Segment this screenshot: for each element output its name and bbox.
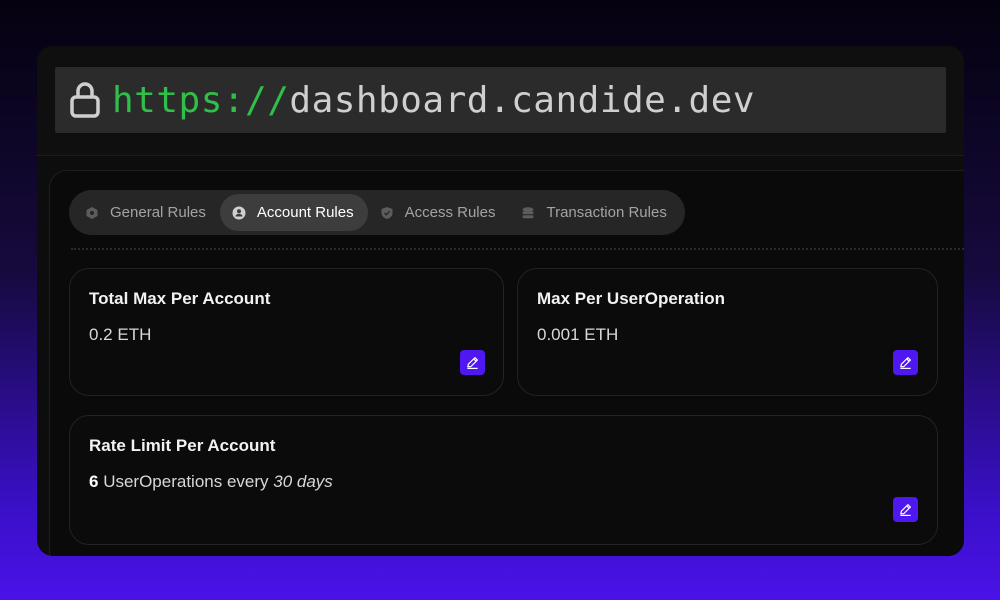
card-value: 6 UserOperations every 30 days — [89, 472, 333, 492]
pencil-icon — [467, 357, 478, 370]
card-title: Total Max Per Account — [89, 289, 271, 308]
hexagon-icon — [85, 206, 99, 220]
edit-button[interactable] — [893, 497, 918, 522]
shield-check-icon — [380, 206, 394, 220]
rules-tab-bar: General Rules Account Rules Access Rules… — [69, 190, 685, 235]
section-divider — [71, 248, 964, 250]
coins-icon — [521, 206, 535, 220]
card-title: Max Per UserOperation — [537, 289, 726, 308]
tab-label: General Rules — [110, 204, 206, 221]
card-rate-limit-per-account: Rate Limit Per Account 6 UserOperations … — [69, 415, 938, 545]
tab-general-rules[interactable]: General Rules — [73, 194, 220, 231]
address-bar[interactable]: https://dashboard.candide.dev — [55, 67, 946, 133]
url-host: dashboard.candide.dev — [289, 79, 756, 121]
pencil-icon — [900, 357, 911, 370]
url-text[interactable]: https://dashboard.candide.dev — [112, 80, 755, 121]
browser-window: https://dashboard.candide.dev General Ru… — [37, 46, 964, 556]
edit-button[interactable] — [893, 350, 918, 375]
url-scheme: https:// — [112, 79, 290, 121]
card-value: 0.001 ETH — [537, 325, 619, 344]
card-total-max-per-account: Total Max Per Account 0.2 ETH — [69, 268, 504, 396]
card-title: Rate Limit Per Account — [89, 436, 276, 455]
tab-label: Access Rules — [404, 204, 496, 221]
tab-access-rules[interactable]: Access Rules — [368, 194, 510, 231]
tab-transaction-rules[interactable]: Transaction Rules — [509, 194, 680, 231]
rate-text: UserOperations every — [98, 472, 274, 491]
edit-button[interactable] — [460, 350, 485, 375]
lock-icon — [68, 80, 102, 120]
tab-account-rules[interactable]: Account Rules — [219, 194, 368, 231]
rate-period: 30 days — [273, 472, 333, 491]
card-value: 0.2 ETH — [89, 325, 152, 344]
user-icon — [232, 206, 246, 220]
pencil-icon — [900, 504, 911, 517]
rules-panel: General Rules Account Rules Access Rules… — [49, 170, 964, 556]
tab-label: Account Rules — [256, 204, 354, 221]
browser-toolbar: https://dashboard.candide.dev — [37, 46, 964, 156]
card-max-per-useroperation: Max Per UserOperation 0.001 ETH — [517, 268, 938, 396]
tab-label: Transaction Rules — [546, 204, 667, 221]
